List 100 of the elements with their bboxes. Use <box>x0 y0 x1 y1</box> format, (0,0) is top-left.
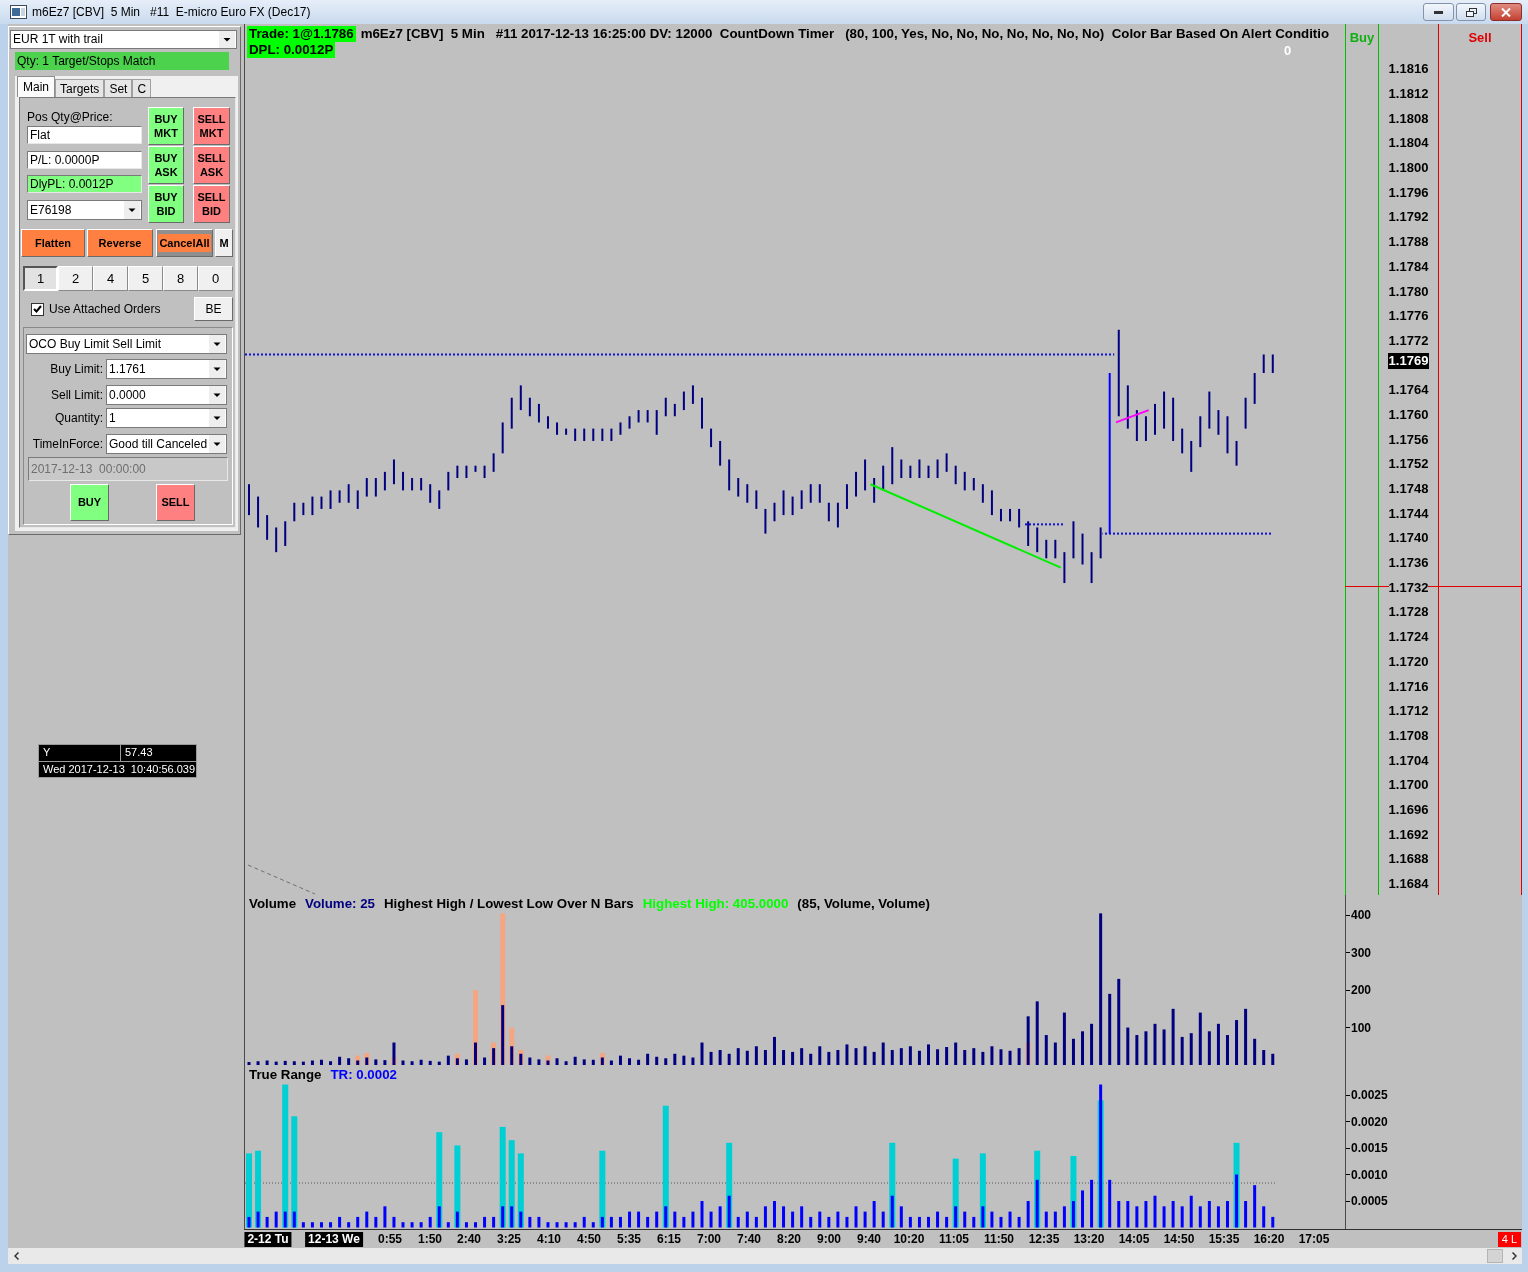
date-label: 12-13 We <box>305 1232 363 1247</box>
tab[interactable]: Main <box>17 76 55 97</box>
time-label: 5:35 <box>617 1232 641 1247</box>
value-dropdown[interactable]: 1.1761 <box>106 359 227 379</box>
legend-text: True Range <box>249 1067 322 1083</box>
axis-label: 200 <box>1351 983 1372 998</box>
time-label: 2:40 <box>457 1232 481 1247</box>
order-button[interactable]: SELL BID <box>193 185 230 223</box>
axis-label: 0.0005 <box>1351 1194 1388 1208</box>
legend-text: m6Ez7 [CBV] 5 Min #11 2017-12-13 16:25:00 DV: 12000 CountDown Timer (80, 100, Yes, No, No, No, No, No, No, No) Color Bar Based On Alert Conditio <box>360 26 1330 42</box>
window-title: m6Ez7 [CBV] 5 Min #11 E-micro Euro FX (Dec17) <box>32 4 311 21</box>
legend-text: TR: 0.0002 <box>330 1067 397 1083</box>
sell-column-label: Sell <box>1468 30 1492 46</box>
time-label: 14:05 <box>1118 1232 1150 1247</box>
close-icon <box>1501 7 1511 17</box>
time-label: 17:05 <box>1298 1232 1330 1247</box>
expiry-field: 2017-12-13 00:00:00 <box>28 457 228 481</box>
tab[interactable]: Targets <box>55 79 105 97</box>
submit-order-button[interactable]: BUY <box>70 484 109 521</box>
legend-text: Trade: 1@1.1786 <box>247 26 356 42</box>
pnl-field: P/L: 0.0000P <box>27 151 142 169</box>
last-price-label: 1.1769 <box>1387 352 1430 369</box>
quantity-button[interactable]: 4 <box>93 266 128 291</box>
buy-column-label: Buy <box>1349 30 1375 46</box>
data-label: Y <box>39 745 121 761</box>
caret-icon <box>124 201 140 219</box>
horizontal-scrollbar[interactable] <box>8 1248 1522 1264</box>
cancel-all-button[interactable]: CancelAll <box>156 229 213 257</box>
countdown-text: 0 <box>1284 43 1292 58</box>
time-label: 4:50 <box>577 1232 601 1247</box>
submit-order-button[interactable]: SELL <box>156 484 195 521</box>
quantity-button[interactable]: 2 <box>58 266 93 291</box>
action-button[interactable]: Flatten <box>21 229 85 257</box>
order-button[interactable]: BUY MKT <box>148 107 184 145</box>
time-label: 0:55 <box>378 1232 402 1247</box>
time-label: 12:35 <box>1028 1232 1060 1247</box>
chevron-left-icon <box>13 1252 19 1260</box>
daily-pnl-field: DlyPL: 0.0012P <box>27 175 142 193</box>
order-button[interactable]: SELL MKT <box>193 107 230 145</box>
caret-icon <box>209 435 225 453</box>
axis-label: 300 <box>1351 945 1372 960</box>
time-label: 3:25 <box>497 1232 521 1247</box>
legend-text: Highest High: 405.0000 <box>642 896 789 912</box>
time-label: 15:35 <box>1208 1232 1240 1247</box>
account-dropdown[interactable]: E76198 <box>27 200 142 220</box>
time-label: 6:15 <box>657 1232 681 1247</box>
order-type-dropdown[interactable]: OCO Buy Limit Sell Limit <box>26 334 227 354</box>
time-label: 11:05 <box>939 1232 969 1247</box>
axis-label: 0.0010 <box>1351 1167 1388 1182</box>
position-label: Pos Qty@Price: <box>27 109 114 124</box>
quantity-button[interactable]: 0 <box>198 266 233 291</box>
order-button[interactable]: BUY BID <box>148 185 184 223</box>
legend-text: Volume: 25 <box>305 896 375 912</box>
strategy-dropdown[interactable]: EUR 1T with trail <box>10 30 237 49</box>
close-button[interactable] <box>1490 3 1522 21</box>
time-label: 16:20 <box>1253 1232 1285 1247</box>
scrollbar-thumb[interactable] <box>1487 1249 1503 1263</box>
quantity-button[interactable]: 8 <box>163 266 198 291</box>
tab[interactable]: C <box>132 79 152 97</box>
checkmark-icon <box>33 305 42 313</box>
caret-icon <box>219 31 235 48</box>
app-icon <box>10 5 27 19</box>
position-field: Flat <box>27 126 142 144</box>
order-button[interactable]: SELL ASK <box>193 146 230 184</box>
quantity-button[interactable]: 1 <box>23 266 58 291</box>
minimize-button[interactable] <box>1423 3 1454 21</box>
status-bar: Qty: 1 Target/Stops Match <box>15 52 229 70</box>
order-button[interactable]: BUY ASK <box>148 146 184 184</box>
field-label: Quantity: <box>53 410 103 427</box>
minimize-icon <box>1434 10 1443 14</box>
time-label: 9:40 <box>857 1232 881 1247</box>
value-dropdown[interactable]: 0.0000 <box>106 385 227 405</box>
quantity-button[interactable]: 5 <box>128 266 163 291</box>
value-dropdown[interactable]: Good till Canceled <box>106 434 227 454</box>
caret-icon <box>209 360 225 378</box>
time-label: 1:50 <box>418 1232 442 1247</box>
legend-text: (85, Volume, Volume) <box>797 896 930 912</box>
dotted-line <box>1024 523 1064 526</box>
maximize-button[interactable] <box>1456 3 1486 21</box>
legend-text: Highest High / Lowest Low Over N Bars <box>384 896 634 912</box>
action-button[interactable]: Reverse <box>87 229 153 257</box>
field-label: Sell Limit: <box>50 387 103 404</box>
time-label: 10:20 <box>893 1232 925 1247</box>
time-label: 9:00 <box>817 1232 841 1247</box>
value-dropdown[interactable]: 1 <box>106 408 227 428</box>
breakeven-button[interactable]: BE <box>194 297 233 321</box>
axis-label: 0.0015 <box>1351 1141 1388 1156</box>
legend-text: Volume <box>249 896 297 912</box>
time-label: 4:10 <box>537 1232 561 1247</box>
checkbox[interactable] <box>31 302 44 316</box>
timestamp-text: Wed 2017-12-13 10:40:56.039 <box>42 762 197 777</box>
tab[interactable]: Set <box>104 79 133 97</box>
axis-label: 0.0025 <box>1351 1088 1388 1103</box>
time-label: 7:00 <box>697 1232 721 1247</box>
time-label: 14:50 <box>1163 1232 1195 1247</box>
time-label: 8:20 <box>777 1232 801 1247</box>
checkbox-label[interactable]: Use Attached Orders <box>49 300 161 318</box>
action-button[interactable]: M <box>215 229 233 257</box>
trend-line <box>1115 409 1150 424</box>
caret-icon <box>209 386 225 404</box>
